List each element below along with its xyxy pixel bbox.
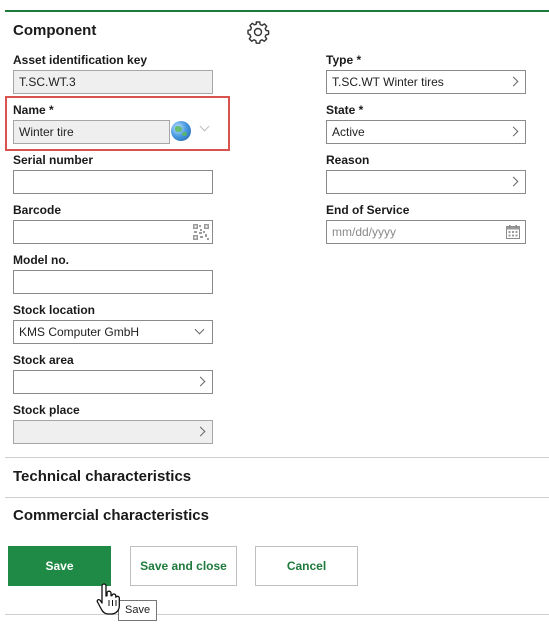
reason-field[interactable] [326,170,526,194]
stock-location-label: Stock location [13,303,96,317]
stock-area-label: Stock area [13,353,74,367]
type-label: Type * [326,53,362,67]
save-button[interactable]: Save [8,546,111,586]
state-label: State * [326,103,364,117]
model-no-field[interactable] [13,270,213,294]
reason-label: Reason [326,153,370,167]
section-technical-characteristics[interactable]: Technical characteristics [13,468,191,485]
serial-number-field[interactable] [13,170,213,194]
chevron-right-icon[interactable] [195,376,206,387]
stock-place-label: Stock place [13,403,80,417]
calendar-icon[interactable] [506,225,520,239]
qr-code-icon[interactable] [193,224,209,240]
section-commercial-characteristics[interactable]: Commercial characteristics [13,507,209,524]
state-value: Active [332,125,365,139]
state-field[interactable]: Active [326,120,526,144]
header-divider [5,10,549,12]
chevron-right-icon[interactable] [508,126,519,137]
barcode-label: Barcode [13,203,62,217]
section-divider [5,497,549,498]
asset-id-label: Asset identification key [13,53,148,67]
name-highlight-box [5,96,230,151]
end-of-service-field[interactable]: mm/dd/yyyy [326,220,526,244]
end-of-service-label: End of Service [326,203,410,217]
chevron-down-icon[interactable] [194,324,205,335]
stock-area-field[interactable] [13,370,213,394]
gear-icon[interactable] [246,20,270,44]
asset-id-field[interactable]: T.SC.WT.3 [13,70,213,94]
barcode-field[interactable] [13,220,213,244]
section-title-component: Component [13,22,97,39]
type-field[interactable]: T.SC.WT Winter tires [326,70,526,94]
model-no-label: Model no. [13,253,69,267]
chevron-right-icon[interactable] [508,176,519,187]
save-tooltip: Save [118,600,158,621]
chevron-right-icon[interactable] [195,426,206,437]
type-value: T.SC.WT Winter tires [332,75,444,89]
stock-place-field[interactable] [13,420,213,444]
hand-cursor-icon [96,583,120,615]
stock-location-select[interactable]: KMS Computer GmbH [13,320,213,344]
section-divider [5,457,549,458]
stock-location-value: KMS Computer GmbH [19,325,140,339]
chevron-right-icon[interactable] [508,76,519,87]
save-and-close-button[interactable]: Save and close [130,546,237,586]
cancel-button[interactable]: Cancel [255,546,358,586]
footer-divider [5,614,549,615]
serial-number-label: Serial number [13,153,94,167]
end-of-service-placeholder: mm/dd/yyyy [332,225,397,239]
